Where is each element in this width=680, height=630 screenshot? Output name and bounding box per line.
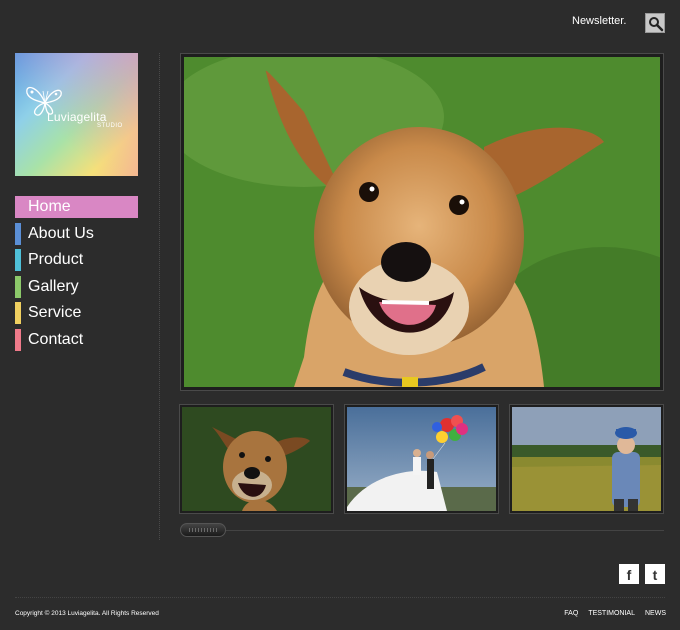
twitter-icon: t [652, 567, 658, 583]
copyright-text: Copyright © 2013 Luviagelita. All Rights… [15, 610, 159, 617]
nav-color-bar [15, 328, 21, 351]
twitter-button[interactable]: t [645, 564, 665, 584]
nav-color-bar [15, 275, 21, 298]
newsletter-link[interactable]: Newsletter. [572, 15, 626, 27]
thumbnail-child-field[interactable] [509, 404, 664, 514]
nav-item-service[interactable]: Service [15, 302, 138, 324]
logo-subtitle: STUDIO [97, 123, 123, 129]
footer-links: FAQ TESTIMONIAL NEWS [564, 610, 666, 617]
search-button[interactable] [645, 13, 665, 33]
nav-item-label: Home [28, 198, 71, 215]
child-field-thumbnail-image [512, 407, 661, 511]
couple-balloons-thumbnail-image [347, 407, 496, 511]
nav-item-product[interactable]: Product [15, 249, 138, 271]
nav-item-gallery[interactable]: Gallery [15, 275, 138, 298]
nav-item-label: Gallery [28, 277, 79, 295]
footer-link-faq[interactable]: FAQ [564, 610, 578, 617]
thumbnail-couple-balloons[interactable] [344, 404, 499, 514]
search-icon [649, 17, 664, 32]
main-image-frame [180, 53, 664, 391]
main-nav: Home About Us Product Gallery Service Co… [15, 196, 138, 355]
nav-item-label: About Us [28, 224, 94, 242]
logo-name: Luviagelita [47, 110, 107, 124]
nav-color-bar [15, 249, 21, 271]
nav-item-contact[interactable]: Contact [15, 328, 138, 351]
footer-link-news[interactable]: NEWS [645, 610, 666, 617]
thumbnail-dog[interactable] [179, 404, 334, 514]
dog-photo [184, 57, 660, 387]
nav-item-label: Contact [28, 330, 84, 348]
page: Newsletter. Luviagelita STUDIO Home Abou… [0, 0, 680, 630]
nav-item-about-us[interactable]: About Us [15, 222, 138, 245]
facebook-icon: f [626, 567, 632, 583]
footer-link-testimonial[interactable]: TESTIMONIAL [588, 610, 635, 617]
gallery-scroll-handle[interactable] [180, 523, 226, 537]
nav-item-label: Product [28, 251, 84, 268]
facebook-button[interactable]: f [619, 564, 639, 584]
nav-item-label: Service [28, 304, 82, 321]
dog-thumbnail-image [182, 407, 331, 511]
logo[interactable]: Luviagelita STUDIO [15, 53, 138, 176]
vertical-divider [159, 53, 160, 540]
footer-divider [15, 597, 665, 598]
gallery-scroll-track[interactable] [180, 530, 664, 531]
nav-color-bar [15, 222, 21, 245]
nav-color-bar [15, 302, 21, 324]
nav-item-home[interactable]: Home [15, 196, 138, 218]
